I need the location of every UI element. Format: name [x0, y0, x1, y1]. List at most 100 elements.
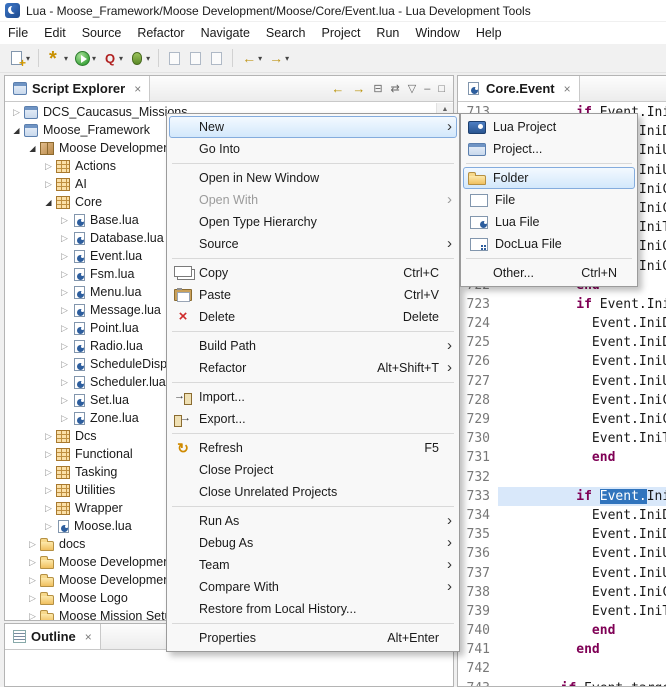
- code-text[interactable]: if Event.IniObjectCategory == Object.Cat…: [498, 487, 666, 506]
- code-line-736[interactable]: 736 Event.IniUnitName = Event.IniDCSUnit…: [458, 544, 666, 563]
- expand-arrow-icon[interactable]: ▷: [57, 341, 72, 352]
- code-line-737[interactable]: 737 Event.IniUnit = SCENERY:Register( Ev…: [458, 564, 666, 583]
- expand-arrow-icon[interactable]: ▷: [25, 593, 40, 604]
- code-text[interactable]: [498, 659, 666, 678]
- close-icon[interactable]: ×: [134, 82, 141, 96]
- expand-arrow-icon[interactable]: ▷: [57, 269, 72, 280]
- expand-arrow-icon[interactable]: ▷: [57, 359, 72, 370]
- context-menu-copy[interactable]: CopyCtrl+C: [169, 262, 457, 284]
- menu-search[interactable]: Search: [258, 23, 314, 43]
- back-button[interactable]: ←▾: [239, 47, 264, 70]
- tab-core-event[interactable]: Core.Event ×: [458, 76, 580, 101]
- expand-arrow-icon[interactable]: ▷: [25, 557, 40, 568]
- menu-file[interactable]: File: [0, 23, 36, 43]
- code-line-733[interactable]: 733 if Event.IniObjectCategory == Object…: [458, 487, 666, 506]
- collapse-arrow-icon[interactable]: ◢: [25, 144, 40, 153]
- expand-arrow-icon[interactable]: ▷: [57, 251, 72, 262]
- code-text[interactable]: Event.IniDCSUnit = Event.initiator: [498, 314, 666, 333]
- new-submenu-lua-project[interactable]: Lua Project: [463, 116, 635, 138]
- context-menu-refresh[interactable]: RefreshF5: [169, 437, 457, 459]
- expand-arrow-icon[interactable]: ▷: [9, 107, 24, 118]
- code-text[interactable]: [498, 468, 666, 487]
- code-text[interactable]: if Event.target then: [498, 679, 666, 686]
- code-line-734[interactable]: 734 Event.IniDCSUnit = Event.initiator: [458, 506, 666, 525]
- context-menu-refactor[interactable]: RefactorAlt+Shift+T›: [169, 357, 457, 379]
- mark-occurrences-button[interactable]: [207, 47, 226, 70]
- new-lua-file-button[interactable]: [165, 47, 184, 70]
- close-icon[interactable]: ×: [85, 630, 92, 644]
- context-menu-open-with[interactable]: Open With›: [169, 189, 457, 211]
- expand-arrow-icon[interactable]: ▷: [57, 413, 72, 424]
- code-line-743[interactable]: 743 if Event.target then: [458, 679, 666, 686]
- code-line-723[interactable]: 723 if Event.IniObjectCategory == Object…: [458, 295, 666, 314]
- expand-arrow-icon[interactable]: ▷: [41, 179, 56, 190]
- forward-icon[interactable]: →: [352, 81, 365, 96]
- coverage-button[interactable]: ▾: [100, 47, 125, 70]
- expand-arrow-icon[interactable]: ▷: [57, 233, 72, 244]
- code-text[interactable]: Event.IniDCSUnitName = Event.IniDCSUnit:…: [498, 525, 666, 544]
- expand-arrow-icon[interactable]: ▷: [25, 575, 40, 586]
- open-console-button[interactable]: [186, 47, 205, 70]
- context-menu-delete[interactable]: DeleteDelete: [169, 306, 457, 328]
- expand-arrow-icon[interactable]: ▷: [41, 431, 56, 442]
- context-menu-build-path[interactable]: Build Path›: [169, 335, 457, 357]
- expand-arrow-icon[interactable]: ▷: [41, 449, 56, 460]
- menu-edit[interactable]: Edit: [36, 23, 74, 43]
- code-line-724[interactable]: 724 Event.IniDCSUnit = Event.initiator: [458, 314, 666, 333]
- menu-refactor[interactable]: Refactor: [129, 23, 192, 43]
- dropdown-arrow-icon[interactable]: ▾: [285, 54, 289, 63]
- expand-arrow-icon[interactable]: ▷: [41, 467, 56, 478]
- view-menu-icon[interactable]: ▽: [408, 82, 416, 95]
- expand-arrow-icon[interactable]: ▷: [57, 323, 72, 334]
- maximize-icon[interactable]: □: [438, 83, 445, 95]
- menu-window[interactable]: Window: [407, 23, 467, 43]
- context-menu-team[interactable]: Team›: [169, 554, 457, 576]
- expand-arrow-icon[interactable]: ▷: [57, 305, 72, 316]
- code-line-730[interactable]: 730 Event.IniTypeName = Event.IniDCSUnit…: [458, 429, 666, 448]
- menu-project[interactable]: Project: [314, 23, 369, 43]
- expand-arrow-icon[interactable]: ▷: [57, 377, 72, 388]
- run-button[interactable]: ▾: [72, 47, 98, 70]
- code-line-741[interactable]: 741 end: [458, 640, 666, 659]
- collapse-arrow-icon[interactable]: ◢: [41, 198, 56, 207]
- code-line-731[interactable]: 731 end: [458, 448, 666, 467]
- expand-arrow-icon[interactable]: ▷: [25, 611, 40, 621]
- tab-script-explorer[interactable]: Script Explorer ×: [5, 76, 150, 101]
- collapse-all-icon[interactable]: ⊟: [373, 82, 382, 95]
- context-menu-open-type-hierarchy[interactable]: Open Type Hierarchy: [169, 211, 457, 233]
- context-menu-run-as[interactable]: Run As›: [169, 510, 457, 532]
- dropdown-arrow-icon[interactable]: ▾: [92, 54, 96, 63]
- dropdown-arrow-icon[interactable]: ▾: [64, 54, 68, 63]
- tab-outline[interactable]: Outline ×: [5, 624, 101, 649]
- dropdown-arrow-icon[interactable]: ▾: [26, 54, 30, 63]
- code-text[interactable]: Event.IniUnit = SCENERY:Register( Event.…: [498, 564, 666, 583]
- context-menu-export[interactable]: Export...: [169, 408, 457, 430]
- code-line-740[interactable]: 740 end: [458, 621, 666, 640]
- code-text[interactable]: Event.IniCategory = Event.IniDCSUnit:get…: [498, 583, 666, 602]
- code-text[interactable]: Event.IniCoalition = Event.IniDCSUnit:ge…: [498, 391, 666, 410]
- expand-arrow-icon[interactable]: ▷: [41, 521, 56, 532]
- collapse-arrow-icon[interactable]: ◢: [9, 126, 24, 135]
- dropdown-arrow-icon[interactable]: ▾: [119, 54, 123, 63]
- code-text[interactable]: Event.IniTypeName = Event.IniDCSUnit:get…: [498, 429, 666, 448]
- external-tools-button[interactable]: ▾: [45, 47, 70, 70]
- code-text[interactable]: end: [498, 621, 666, 640]
- code-text[interactable]: if Event.IniObjectCategory == Object.Cat…: [498, 295, 666, 314]
- new-submenu-project[interactable]: Project...: [463, 138, 635, 160]
- context-menu-properties[interactable]: PropertiesAlt+Enter: [169, 627, 457, 649]
- expand-arrow-icon[interactable]: ▷: [57, 215, 72, 226]
- context-menu-restore-from-local-history[interactable]: Restore from Local History...: [169, 598, 457, 620]
- code-text[interactable]: Event.IniUnit = STATIC:FindByName( Event…: [498, 372, 666, 391]
- code-text[interactable]: Event.IniUnitName = Event.IniDCSUnitName: [498, 544, 666, 563]
- new-submenu-file[interactable]: File: [463, 189, 635, 211]
- code-line-726[interactable]: 726 Event.IniUnitName = Event.IniDCSUnit…: [458, 352, 666, 371]
- code-line-728[interactable]: 728 Event.IniCoalition = Event.IniDCSUni…: [458, 391, 666, 410]
- code-text[interactable]: Event.IniDCSUnitName = Event.IniDCSUnit:…: [498, 333, 666, 352]
- expand-arrow-icon[interactable]: ▷: [57, 287, 72, 298]
- context-menu-import[interactable]: Import...: [169, 386, 457, 408]
- expand-arrow-icon[interactable]: ▷: [41, 161, 56, 172]
- debug-button[interactable]: ▾: [127, 47, 152, 70]
- context-menu-new[interactable]: New›: [169, 116, 457, 138]
- expand-arrow-icon[interactable]: ▷: [57, 395, 72, 406]
- code-line-725[interactable]: 725 Event.IniDCSUnitName = Event.IniDCSU…: [458, 333, 666, 352]
